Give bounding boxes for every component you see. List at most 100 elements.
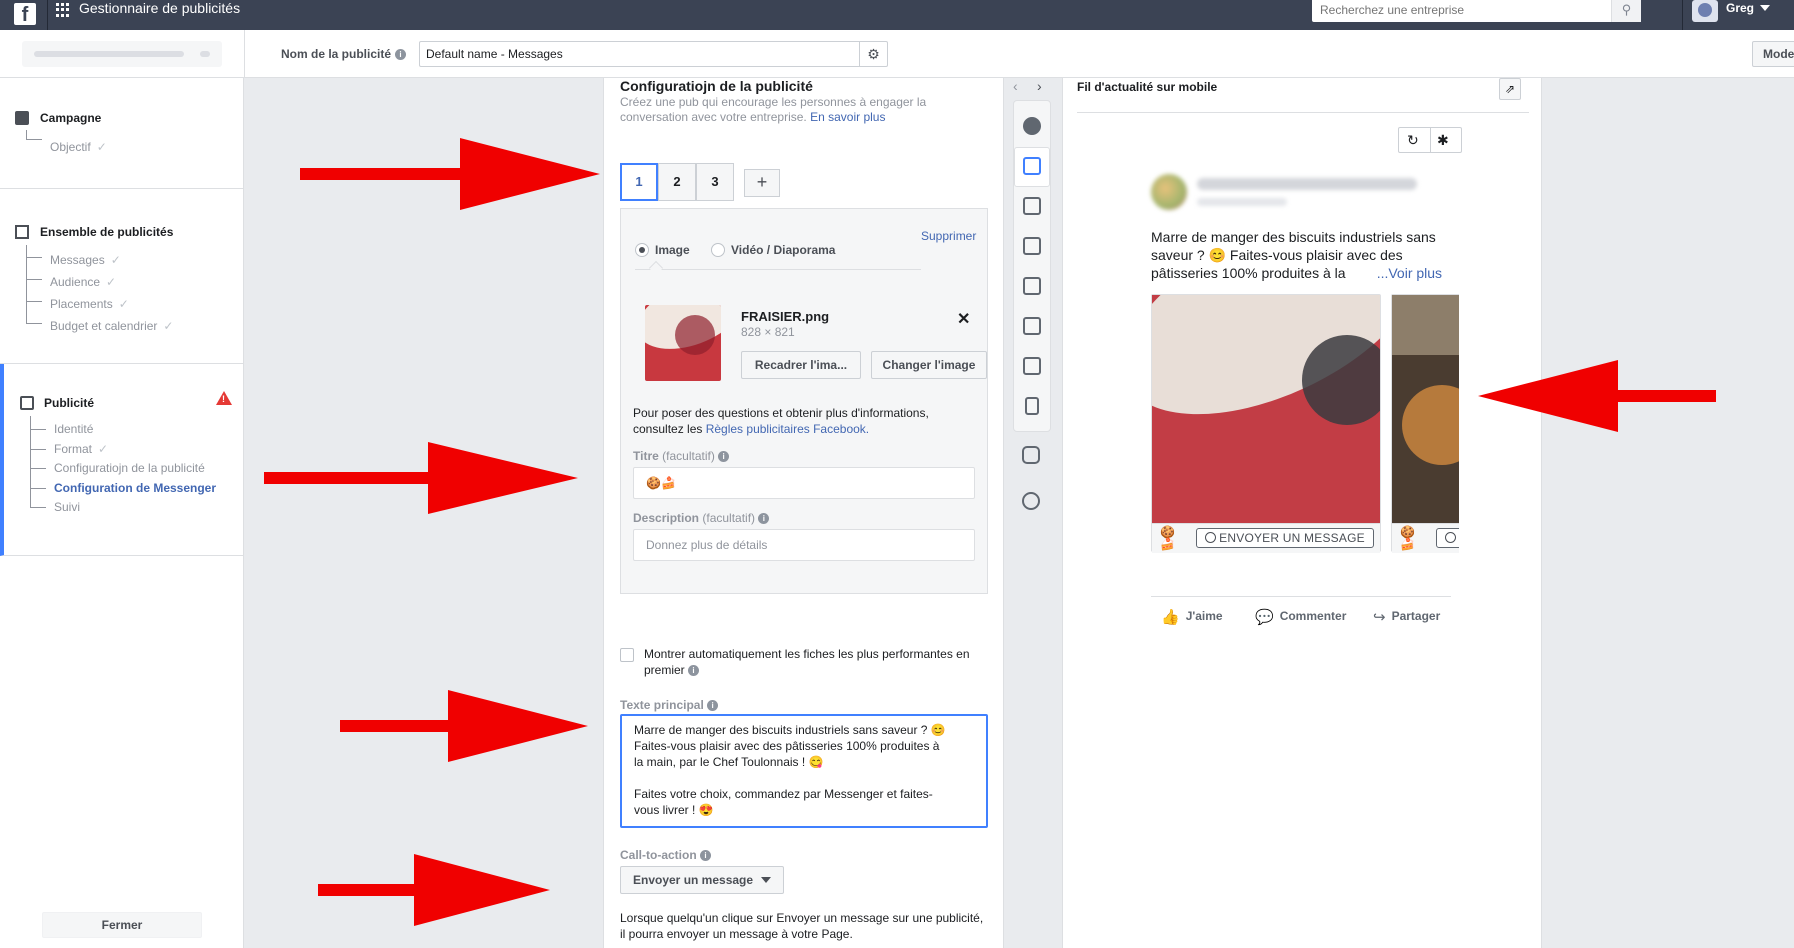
chevron-right-icon[interactable]: › xyxy=(1037,78,1042,94)
mode-button[interactable]: Mode xyxy=(1752,41,1794,67)
app-title[interactable]: Gestionnaire de publicités xyxy=(79,0,240,16)
nav-item-config-ad[interactable]: Configuratiojn de la publicité xyxy=(54,461,205,475)
crop-image-button[interactable]: Recadrer l'ima... xyxy=(741,351,861,379)
chevron-down-icon xyxy=(761,877,771,883)
top-bar: f Gestionnaire de publicités ⚲ Greg xyxy=(0,0,1794,30)
file-name: FRAISIER.png xyxy=(741,309,830,324)
nav-section-campaign: Campagne Objectif ✓ xyxy=(0,78,244,189)
carousel-footer: 🍪🍰 ENVOYER UN MESSAGE xyxy=(1152,523,1380,553)
carousel-card[interactable]: 🍪🍰 ENVOYER UN MESSAGE xyxy=(1391,294,1459,553)
like-button[interactable]: 👍 J'aime xyxy=(1161,608,1223,626)
close-icon[interactable]: ✕ xyxy=(957,309,970,329)
user-name[interactable]: Greg xyxy=(1726,0,1754,16)
nav-campaign-title[interactable]: Campagne xyxy=(40,111,101,125)
learn-more-link[interactable]: En savoir plus xyxy=(810,110,885,124)
ad-policy-link[interactable]: Règles publicitaires Facebook. xyxy=(706,422,869,436)
primary-text-field[interactable]: Marre de manger des biscuits industriels… xyxy=(620,714,988,828)
carousel-card[interactable]: 🍪🍰 ENVOYER UN MESSAGE xyxy=(1151,294,1381,553)
comment-button[interactable]: 💬 Commenter xyxy=(1255,608,1346,626)
see-more-link[interactable]: ...Voir plus xyxy=(1377,265,1442,281)
annotation-arrow xyxy=(318,854,550,926)
header-divider xyxy=(244,30,245,78)
instagram-icon[interactable] xyxy=(1022,446,1040,464)
config-subtitle: Créez une pub qui encourage les personne… xyxy=(620,95,927,124)
close-button[interactable]: Fermer xyxy=(42,912,202,938)
marketplace-icon[interactable] xyxy=(1023,277,1041,295)
card-tab-1[interactable]: 1 xyxy=(620,163,658,201)
check-icon: ✓ xyxy=(96,140,107,154)
delete-card-link[interactable]: Supprimer xyxy=(921,229,976,243)
search-icon[interactable]: ⚲ xyxy=(1611,0,1641,22)
card-tab-3[interactable]: 3 xyxy=(696,163,734,201)
info-icon[interactable]: i xyxy=(758,513,770,525)
title-label: Titre (facultatif) i xyxy=(633,449,730,463)
divider xyxy=(635,269,921,270)
info-icon[interactable]: i xyxy=(718,451,730,463)
account-selector[interactable] xyxy=(22,41,222,67)
card-emoji: 🍪🍰 xyxy=(1400,525,1415,551)
business-search: ⚲ xyxy=(1312,0,1641,22)
info-icon[interactable]: i xyxy=(395,47,406,61)
ad-name-header: Nom de la publicité i ⚙ Mode xyxy=(0,30,1794,78)
marketplace-icon[interactable] xyxy=(1023,237,1041,255)
marketplace-icon[interactable] xyxy=(1023,357,1041,375)
ad-configuration-panel: Configuratiojn de la publicité Créez une… xyxy=(603,78,1004,948)
ad-name-input[interactable] xyxy=(420,42,860,66)
desktop-feed-icon[interactable] xyxy=(1023,197,1041,215)
mobile-feed-icon[interactable] xyxy=(1023,157,1041,175)
nav-item-suivi[interactable]: Suivi xyxy=(54,500,80,514)
topbar-divider xyxy=(47,0,48,30)
nav-item-format[interactable]: Format ✓ xyxy=(54,442,108,456)
radio-video-label[interactable]: Vidéo / Diaporama xyxy=(731,243,835,257)
title-input[interactable] xyxy=(634,468,974,498)
gear-icon[interactable]: ⚙ xyxy=(859,42,887,66)
send-message-button[interactable]: ENVOYER UN MESSAGE xyxy=(1436,528,1459,548)
divider xyxy=(1077,112,1529,113)
check-icon: ✓ xyxy=(98,442,109,456)
primary-text-value: Marre de manger des biscuits industriels… xyxy=(634,723,946,817)
info-icon[interactable]: i xyxy=(700,850,712,862)
info-icon[interactable]: i xyxy=(707,700,719,712)
tree-line xyxy=(26,302,42,324)
app-grid-icon[interactable] xyxy=(56,3,70,17)
marketplace-icon[interactable] xyxy=(1023,317,1041,335)
cta-select[interactable]: Envoyer un message xyxy=(620,866,784,894)
description-input[interactable] xyxy=(634,530,974,560)
send-message-button[interactable]: ENVOYER UN MESSAGE xyxy=(1196,528,1374,548)
nav-item-objectif[interactable]: Objectif ✓ xyxy=(50,140,107,154)
chevron-down-icon[interactable] xyxy=(1760,5,1770,11)
chevron-left-icon[interactable]: ‹ xyxy=(1013,78,1018,94)
share-button[interactable]: ↪ Partager xyxy=(1373,608,1440,626)
phone-icon[interactable] xyxy=(1025,397,1039,415)
tree-line xyxy=(30,469,46,489)
bug-icon[interactable]: ✱ xyxy=(1437,132,1449,149)
nav-adset-title[interactable]: Ensemble de publicités xyxy=(40,225,173,239)
nav-item-audience[interactable]: Audience ✓ xyxy=(50,275,116,289)
facebook-icon[interactable] xyxy=(1023,117,1041,135)
divider xyxy=(1151,596,1451,597)
messenger-icon[interactable] xyxy=(1022,492,1040,510)
annotation-arrow xyxy=(1478,360,1716,432)
nav-item-placements[interactable]: Placements ✓ xyxy=(50,297,129,311)
card-tab-2[interactable]: 2 xyxy=(658,163,696,201)
external-link-icon[interactable]: ⇗ xyxy=(1499,78,1521,100)
nav-item-budget[interactable]: Budget et calendrier ✓ xyxy=(50,319,173,333)
carousel-image xyxy=(1152,295,1380,523)
add-card-button[interactable]: + xyxy=(744,169,780,197)
refresh-icon[interactable]: ↻ xyxy=(1407,132,1419,149)
nav-item-config-messenger[interactable]: Configuration de Messenger xyxy=(54,481,216,495)
business-search-input[interactable] xyxy=(1312,0,1598,20)
nav-item-messages[interactable]: Messages ✓ xyxy=(50,253,121,267)
facebook-logo-icon[interactable]: f xyxy=(14,3,36,26)
nav-item-identite[interactable]: Identité xyxy=(54,422,93,436)
auto-show-checkbox[interactable] xyxy=(620,648,634,662)
nav-ad-title[interactable]: Publicité xyxy=(44,396,94,410)
page-name-blurred xyxy=(1197,178,1417,190)
radio-video[interactable] xyxy=(711,243,725,257)
check-icon: ✓ xyxy=(106,275,117,289)
radio-image-label[interactable]: Image xyxy=(655,243,690,257)
change-image-button[interactable]: Changer l'image xyxy=(871,351,987,379)
avatar[interactable] xyxy=(1692,0,1718,22)
radio-image[interactable] xyxy=(635,243,649,257)
info-icon[interactable]: i xyxy=(688,665,700,677)
